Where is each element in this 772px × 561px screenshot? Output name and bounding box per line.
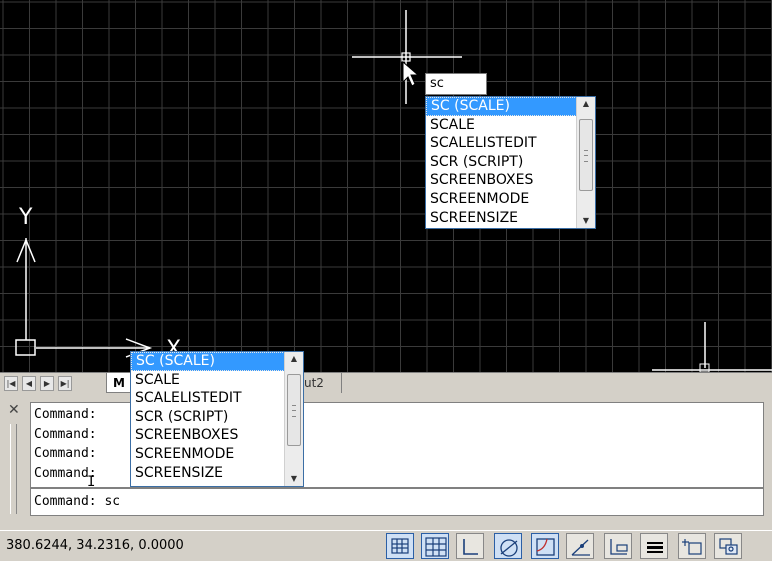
autocomplete-item[interactable]: SCALE [131, 371, 285, 390]
dynamic-ucs-button[interactable] [604, 533, 632, 559]
status-bar: 380.6244, 34.2316, 0.0000 [0, 530, 772, 561]
tab-layout2[interactable]: ut2 [298, 373, 342, 393]
command-input[interactable]: Command: sc [30, 488, 764, 516]
scroll-down-icon[interactable]: ▼ [577, 214, 595, 228]
ortho-mode-button[interactable] [456, 533, 484, 559]
tab-nav-prev-button[interactable]: ◀ [22, 376, 36, 391]
scroll-up-icon[interactable]: ▲ [285, 352, 303, 366]
object-snap-button[interactable] [531, 533, 559, 559]
autocomplete-item[interactable]: SCREENSIZE [131, 464, 285, 483]
ucs-y-label: Y [18, 205, 33, 230]
coordinate-readout[interactable]: 380.6244, 34.2316, 0.0000 [6, 535, 184, 557]
autocomplete-item[interactable]: SCREENBOXES [426, 171, 577, 190]
tab-nav-last-button[interactable]: ▶| [58, 376, 72, 391]
autocomplete-scrollbar[interactable]: ▲ ▼ [576, 97, 595, 228]
autocomplete-item[interactable]: SCALE [426, 116, 577, 135]
scroll-up-icon[interactable]: ▲ [577, 97, 595, 111]
snap-mode-button[interactable] [386, 533, 414, 559]
polar-icon [500, 539, 518, 557]
autocomplete-item[interactable]: SC (SCALE) [426, 97, 577, 116]
scroll-thumb[interactable] [287, 374, 301, 446]
autocomplete-list-command: SC (SCALE) SCALE SCALELISTEDIT SCR (SCRIPT)… [130, 351, 304, 487]
autocomplete-item[interactable]: SCREENSIZE [426, 209, 577, 228]
quick-view-icon [719, 538, 738, 555]
close-icon[interactable]: ✕ [8, 402, 20, 418]
dynamic-input-field[interactable]: sc [425, 73, 487, 95]
scroll-down-icon[interactable]: ▼ [285, 472, 303, 486]
otrack-icon [571, 539, 590, 556]
autocomplete-item[interactable]: SCREENMODE [426, 190, 577, 209]
canvas-overlay: Y X [15, 10, 772, 372]
snap-icon [391, 538, 409, 554]
lineweight-icon [647, 542, 663, 553]
autocomplete-item[interactable]: SCALELISTEDIT [131, 389, 285, 408]
autocomplete-item[interactable]: SCREENMODE [131, 445, 285, 464]
tab-nav-next-button[interactable]: ▶ [40, 376, 54, 391]
lineweight-button[interactable] [640, 533, 668, 559]
ortho-icon [463, 539, 478, 555]
object-snap-tracking-button[interactable] [566, 533, 594, 559]
autocomplete-item[interactable]: SCR (SCRIPT) [131, 408, 285, 427]
command-window: ✕ Command: Command: Command: Command: Comma… [0, 394, 772, 530]
autocomplete-list-top: SC (SCALE) SCALE SCALELISTEDIT SCR (SCRIPT)… [425, 96, 596, 229]
autocomplete-scrollbar[interactable]: ▲ ▼ [284, 352, 303, 486]
grip-icon [584, 150, 588, 162]
grid-icon [425, 537, 447, 557]
quick-view-button[interactable] [714, 533, 742, 559]
drag-handle[interactable] [10, 424, 17, 514]
autocomplete-item[interactable]: SC (SCALE) [131, 352, 285, 371]
autocomplete-item[interactable]: SCR (SCRIPT) [426, 153, 577, 172]
autocomplete-items: SC (SCALE) SCALE SCALELISTEDIT SCR (SCRIPT)… [426, 97, 577, 228]
ducs-icon [610, 539, 628, 555]
layout-tab-bar: |◀ ◀ ▶ ▶| M ut2 [0, 372, 772, 395]
model-space-button[interactable] [678, 533, 706, 559]
osnap-icon [536, 538, 555, 556]
autocomplete-item[interactable]: SCREENBOXES [131, 426, 285, 445]
polar-tracking-button[interactable] [494, 533, 522, 559]
ucs-icon [15, 238, 153, 358]
scroll-thumb[interactable] [579, 119, 593, 191]
autocomplete-item[interactable]: SCALELISTEDIT [426, 134, 577, 153]
grid-display-button[interactable] [421, 533, 449, 559]
drawing-canvas[interactable]: Y X [0, 0, 772, 372]
model-space-icon [682, 539, 702, 555]
autocomplete-items: SC (SCALE) SCALE SCALELISTEDIT SCR (SCRIPT)… [131, 352, 285, 486]
tab-nav-first-button[interactable]: |◀ [4, 376, 18, 391]
text-cursor-icon: I [87, 474, 96, 490]
grip-icon [292, 405, 296, 417]
